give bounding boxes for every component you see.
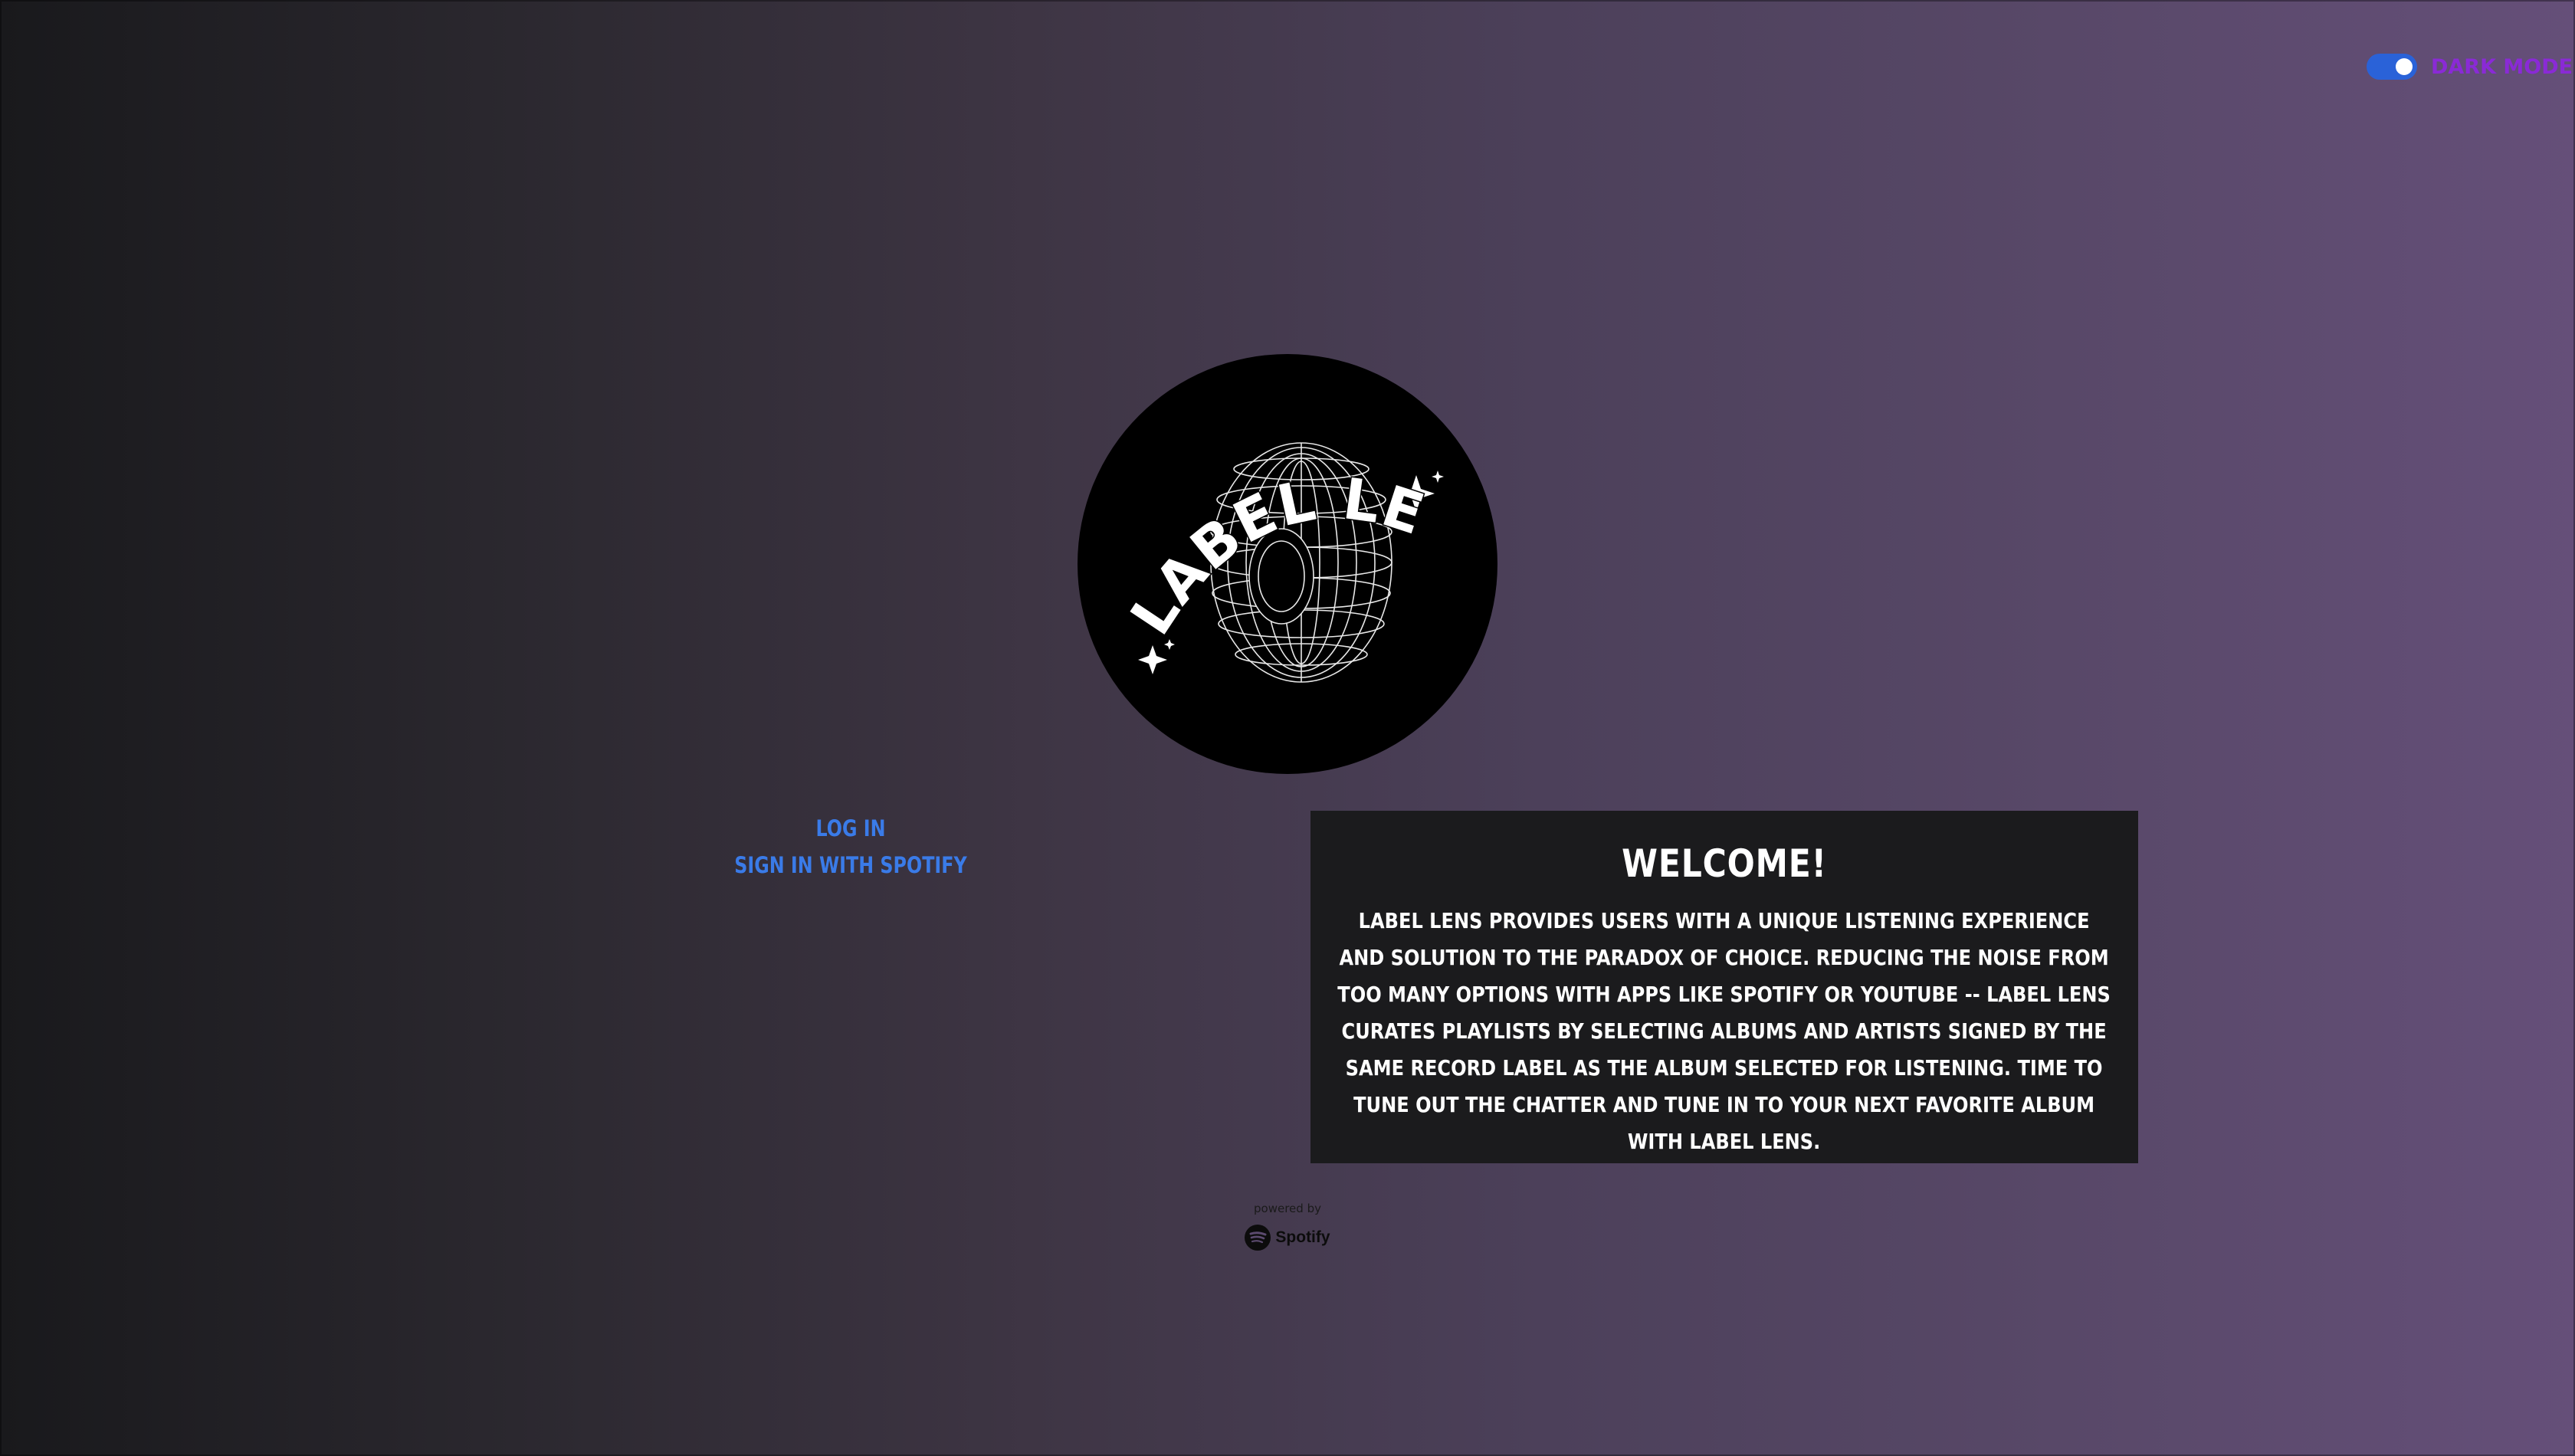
dark-mode-label: Dark Mode — [2431, 54, 2573, 79]
auth-links: Log In Sign in with Spotify — [690, 812, 1012, 881]
dark-mode-toggle[interactable] — [2367, 54, 2417, 80]
spotify-icon — [1245, 1225, 1271, 1251]
powered-by-spotify: powered by Spotify — [1226, 1202, 1349, 1254]
spotify-wordmark: Spotify — [1275, 1228, 1330, 1246]
label-lens-logo: LABEL LENS — [1078, 354, 1497, 774]
welcome-card: Welcome! Label Lens provides users with … — [1310, 811, 2138, 1163]
welcome-title: Welcome! — [1622, 841, 1827, 886]
login-link[interactable]: Log In — [719, 812, 982, 844]
dark-mode-toggle-group[interactable]: Dark Mode — [2367, 54, 2573, 80]
powered-by-label: powered by — [1254, 1202, 1321, 1215]
toggle-knob — [2396, 58, 2413, 75]
spotify-brand: Spotify — [1245, 1225, 1330, 1251]
welcome-body: Label Lens provides users with a unique … — [1337, 908, 2111, 1154]
spotify-signin-link[interactable]: Sign in with Spotify — [719, 849, 982, 881]
